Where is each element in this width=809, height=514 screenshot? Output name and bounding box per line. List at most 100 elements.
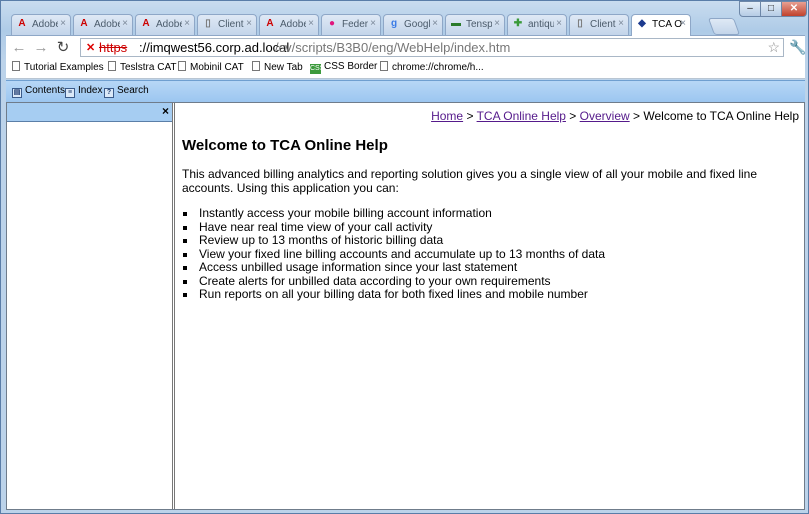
bookmark-tutorial-examples[interactable]: Tutorial Examples [12,61,104,73]
navigation-pane-header: × [7,103,172,122]
tab-close-icon[interactable]: × [184,18,190,29]
page-title: Welcome to TCA Online Help [182,137,388,154]
tab-close-icon[interactable]: × [246,18,252,29]
page-content: × Home > TCA Online Help > Overview > We… [6,102,805,510]
index-button[interactable]: ≡ Index [65,85,102,98]
bookmark-chrome-history[interactable]: chrome://chrome/h... [380,61,484,73]
url-scheme: https [99,40,128,55]
tab-tensp[interactable]: ▬ Tensp × [445,14,505,35]
adobe-icon: A [18,18,26,29]
close-pane-icon[interactable]: × [162,104,169,118]
bookmark-css-border[interactable]: CSSCSS Border [310,61,377,74]
bookmark-mobinil-cat[interactable]: Mobinil CAT [178,61,244,73]
wrench-menu-icon[interactable]: 🔧 [789,39,806,56]
page-icon [178,61,186,71]
breadcrumb-current: Welcome to TCA Online Help [643,109,799,123]
bookmark-label: Mobinil CAT [190,62,244,73]
bookmark-new-tab[interactable]: New Tab [252,61,303,73]
breadcrumb: Home > TCA Online Help > Overview > Welc… [431,109,799,123]
list-item: Have near real time view of your call ac… [182,220,605,235]
list-item: Review up to 13 months of historic billi… [182,233,605,248]
maximize-button[interactable]: □ [760,1,782,17]
url-host: ://imqwest56.corp.ad.local [139,40,290,55]
list-item: Create alerts for unbilled data accordin… [182,274,605,289]
tab-close-icon[interactable]: × [680,18,686,29]
tab-title: Tensp [466,19,492,30]
breadcrumb-separator: > [633,109,641,123]
close-window-button[interactable]: ✕ [781,1,807,17]
breadcrumb-separator: > [569,109,577,123]
tab-adobe-4[interactable]: A Adobe × [259,14,319,35]
tab-federa[interactable]: ● Federa × [321,14,381,35]
browser-window: A Adobe × A Adobe × A Adobe × ▯ Client ×… [0,0,809,514]
flickr-icon: ● [328,18,336,29]
tab-google[interactable]: g Googl × [383,14,443,35]
page-icon [108,61,116,71]
adobe-icon: A [266,18,274,29]
bookmark-star-icon[interactable]: ☆ [767,39,780,56]
adobe-icon: A [80,18,88,29]
breadcrumb-separator: > [466,109,474,123]
tab-tca-online-help[interactable]: ◆ TCA O × [631,14,691,36]
tab-title: Federa [342,19,368,30]
tab-close-icon[interactable]: × [618,18,624,29]
feature-list: Instantly access your mobile billing acc… [182,206,605,302]
index-icon: ≡ [65,88,75,98]
tab-adobe-2[interactable]: A Adobe × [73,14,133,35]
tab-adobe-1[interactable]: A Adobe × [11,14,71,35]
bookmark-label: Tutorial Examples [24,62,104,73]
bookmark-label: New Tab [264,62,303,73]
address-bar[interactable]: ✕ https ://imqwest56.corp.ad.local /cv/s… [80,38,784,57]
tab-title: antiqu [528,19,554,30]
minimize-button[interactable]: – [739,1,761,17]
contents-button[interactable]: ▤ Contents [12,85,65,98]
tca-icon: ◆ [638,18,646,29]
list-item: Run reports on all your billing data for… [182,287,605,302]
tab-close-icon[interactable]: × [432,18,438,29]
list-item: Instantly access your mobile billing acc… [182,206,605,221]
css-icon: CSS [310,64,325,74]
forward-arrow-icon[interactable]: → [32,39,50,57]
book-icon: ▤ [12,88,22,98]
page-icon [12,61,20,71]
page-icon: ▯ [205,18,211,29]
tab-close-icon[interactable]: × [60,18,66,29]
tab-close-icon[interactable]: × [122,18,128,29]
tab-title: Adobe [156,19,182,30]
google-icon: g [390,18,398,29]
page-icon [380,61,388,71]
back-arrow-icon[interactable]: ← [10,39,28,57]
breadcrumb-home-link[interactable]: Home [431,109,463,123]
breadcrumb-online-help-link[interactable]: TCA Online Help [477,109,566,123]
breadcrumb-overview-link[interactable]: Overview [580,109,630,123]
tab-close-icon[interactable]: × [370,18,376,29]
page-icon: ▯ [577,18,583,29]
bookmark-label: chrome://chrome/h... [392,62,484,73]
tab-title: Client [218,19,244,30]
search-label: Search [117,85,149,96]
tab-client-1[interactable]: ▯ Client × [197,14,257,35]
navigation-pane: × [7,103,175,509]
topic-pane: Home > TCA Online Help > Overview > Welc… [177,103,804,509]
new-tab-button[interactable] [707,18,741,35]
browser-toolbar: ← → ↻ ✕ https ://imqwest56.corp.ad.local… [6,35,806,60]
tab-adobe-3[interactable]: A Adobe × [135,14,195,35]
index-label: Index [78,85,103,96]
tab-close-icon[interactable]: × [494,18,500,29]
search-button[interactable]: ? Search [104,85,149,98]
tab-antiqu[interactable]: ✚ antiqu × [507,14,567,35]
reload-icon[interactable]: ↻ [54,39,72,57]
tab-close-icon[interactable]: × [308,18,314,29]
bookmark-label: CSS Border [324,61,378,72]
tab-close-icon[interactable]: × [556,18,562,29]
tab-title: Adobe [32,19,58,30]
tab-title: Adobe [94,19,120,30]
list-item: View your fixed line billing accounts an… [182,247,605,262]
tab-title: TCA O [652,19,682,30]
bookmark-teslstra-cat[interactable]: Teslstra CAT [108,61,177,73]
page-icon [252,61,260,71]
tab-title: Client [590,19,616,30]
flag-icon: ▬ [451,18,461,29]
tab-client-2[interactable]: ▯ Client × [569,14,629,35]
tab-title: Googl [404,19,430,30]
